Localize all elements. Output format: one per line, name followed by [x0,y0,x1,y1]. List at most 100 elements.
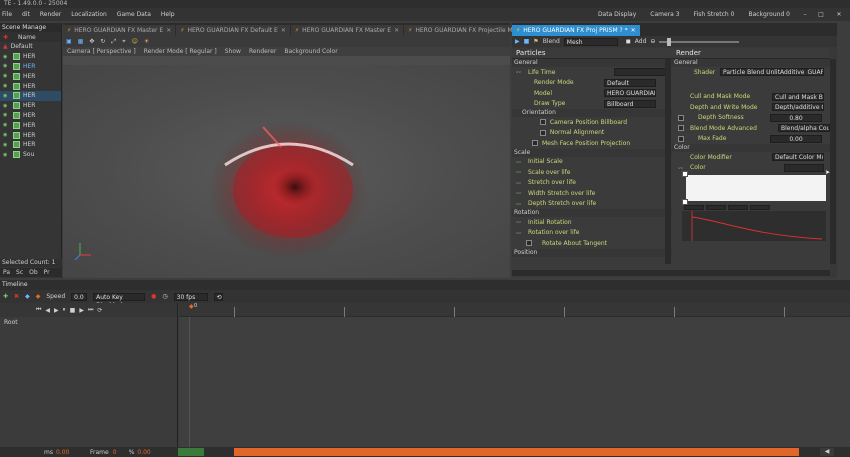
visibility-icon[interactable]: ◉ [3,112,9,118]
zoom-icon[interactable]: ⊖ [650,38,655,45]
renderer-option[interactable]: Renderer [249,48,276,55]
color-modifier-dropdown[interactable]: Default Color Mult [772,153,824,162]
draw-type-dropdown[interactable]: Billboard [604,99,656,108]
render-row[interactable]: Cull and Mask Mode Cull and Mask Blend [672,92,830,103]
tab-document[interactable]: ⚡ HERO GUARDIAN FX Master E ✕ [290,25,404,36]
smiley-icon[interactable]: ☺ [132,38,138,45]
render-row[interactable]: Depth and Write Mode Depth/additive Cul [672,102,830,113]
scale-row[interactable]: 〰 Scale over life [512,167,672,178]
snap-icon[interactable]: ⌖ [122,38,125,46]
menu-localization[interactable]: Localization [71,11,107,18]
curve-button[interactable] [750,205,770,210]
outliner-row[interactable]: ◉ HER [0,101,61,111]
tab-ob[interactable]: Ob [29,268,38,277]
menu-render[interactable]: Render [40,11,61,18]
zoom-slider[interactable] [659,37,740,46]
enabled-checkbox[interactable] [13,92,20,100]
life-time-row[interactable]: 〰 Life Time [512,67,672,78]
depth-softness-field[interactable]: 0.80 [770,113,822,122]
visibility-icon[interactable]: ◉ [3,103,9,109]
timeline-area[interactable]: ◆ 0 [179,303,850,457]
add-label[interactable]: Add [635,38,647,45]
fish-stretch-toggle[interactable]: Fish Stretch 0 [694,11,735,18]
visibility-icon[interactable]: ◉ [3,152,9,158]
close-tab-icon[interactable]: ✕ [631,25,636,36]
record-icon[interactable]: ● [151,293,156,300]
shader-row[interactable]: Shader Particle Blend UnlitAdditive_GUARD [672,67,830,78]
first-frame-icon[interactable]: ⏮ [36,306,41,314]
auto-key-dropdown[interactable]: Auto Key Disabled [93,292,146,309]
draw-type-row[interactable]: Draw Type Billboard [512,99,672,110]
prev-frame-icon[interactable]: ◀ [45,307,50,314]
orient-row[interactable]: Camera Position Billboard [512,117,672,128]
loop-play-icon[interactable]: ⟳ [97,307,102,314]
close-tab-icon[interactable]: ✕ [281,25,286,36]
close-icon[interactable]: ✕ [832,8,846,21]
curve-button[interactable] [728,205,748,210]
render-mode-dropdown[interactable]: Default [604,78,656,87]
inspector-hscrollbar[interactable] [512,270,830,276]
outliner-row-selected[interactable]: ◉ HER [0,90,61,101]
outliner-row[interactable]: ◉ HER [0,81,61,91]
track-row[interactable]: Root [0,317,177,328]
delete-icon[interactable]: ✚ [3,34,8,41]
add-track-icon[interactable]: ✚ [3,293,8,300]
outliner-row[interactable]: ▲ Default [0,42,61,52]
viewport-canvas[interactable] [63,65,510,278]
show-option[interactable]: Show [225,48,241,55]
camera-option[interactable]: Camera [ Perspective ] [67,48,136,55]
scale-row[interactable]: 〰 Stretch over life [512,178,672,189]
enabled-checkbox[interactable] [13,121,20,129]
menu-edit[interactable]: dit [22,11,30,18]
visibility-icon[interactable]: ◉ [3,73,9,79]
group-icon[interactable]: ◆ [25,293,30,300]
minimize-icon[interactable]: – [798,8,812,21]
rotation-row[interactable]: Rotate About Tangent [512,238,672,249]
render-mode-row[interactable]: Render Mode Default [512,78,672,89]
shader-field[interactable]: Particle Blend UnlitAdditive_GUARD [720,68,824,77]
outliner-row[interactable]: ◉ HER [0,71,61,81]
rotate-icon[interactable]: ↻ [100,38,105,45]
render-row[interactable]: Depth Softness 0.80 [672,113,830,124]
camera-icon[interactable]: ▣ [66,38,72,45]
end-marker-icon[interactable]: ◀ [820,448,834,456]
outliner-column-name[interactable]: Name [18,34,36,41]
tab-sc[interactable]: Sc [16,268,23,277]
tab-pr[interactable]: Pr [44,268,50,277]
maximize-icon[interactable]: □ [814,8,828,21]
enabled-checkbox[interactable] [13,53,20,61]
color-field[interactable] [784,163,824,172]
fps-dropdown[interactable]: 30 fps [173,292,208,301]
gradient-editor[interactable]: ➤ [682,169,830,205]
visibility-icon[interactable]: ◉ [3,122,9,128]
next-frame-icon[interactable]: ▶ [79,307,84,314]
last-frame-icon[interactable]: ⏭ [88,306,93,314]
outliner-row[interactable]: ◉ HER [0,120,61,130]
visibility-icon[interactable]: ◉ [3,83,9,89]
scale-icon[interactable]: ⤢ [111,38,116,46]
visibility-icon[interactable]: ◉ [3,63,9,69]
menu-game-data[interactable]: Game Data [117,11,151,18]
tab-pa[interactable]: Pa [3,268,10,277]
particles-scrollbar[interactable] [665,59,671,264]
playhead-icon[interactable]: ◆ [189,303,194,310]
outliner-row[interactable]: ◉ HER [0,62,61,72]
blend-mode-dropdown[interactable]: Blend/alpha Counter [778,124,830,133]
model-field[interactable]: HERO GUARDIAN_FX_Sphere_GUARD [604,89,656,98]
max-fade-field[interactable]: 0.00 [770,134,822,143]
scale-row[interactable]: 〰 Depth Stretch over life [512,199,672,210]
render-dropdown[interactable]: Cull and Mask Blend [772,92,824,101]
background-color-option[interactable]: Background Color [284,48,337,55]
enabled-checkbox[interactable] [13,151,20,159]
outliner-row[interactable]: ◉ HER [0,52,61,62]
key-icon[interactable]: ◆ [36,293,41,300]
life-time-field[interactable] [614,68,666,77]
move-icon[interactable]: ✥ [89,38,94,45]
timeline-range-bar[interactable] [234,448,799,456]
enabled-checkbox[interactable] [13,72,20,80]
enabled-checkbox[interactable] [13,131,20,139]
menu-file[interactable]: File [2,11,12,18]
stop-icon[interactable]: ■ [524,38,530,45]
close-tab-icon[interactable]: ✕ [394,25,399,36]
add-icon[interactable]: ◼ [626,38,631,45]
